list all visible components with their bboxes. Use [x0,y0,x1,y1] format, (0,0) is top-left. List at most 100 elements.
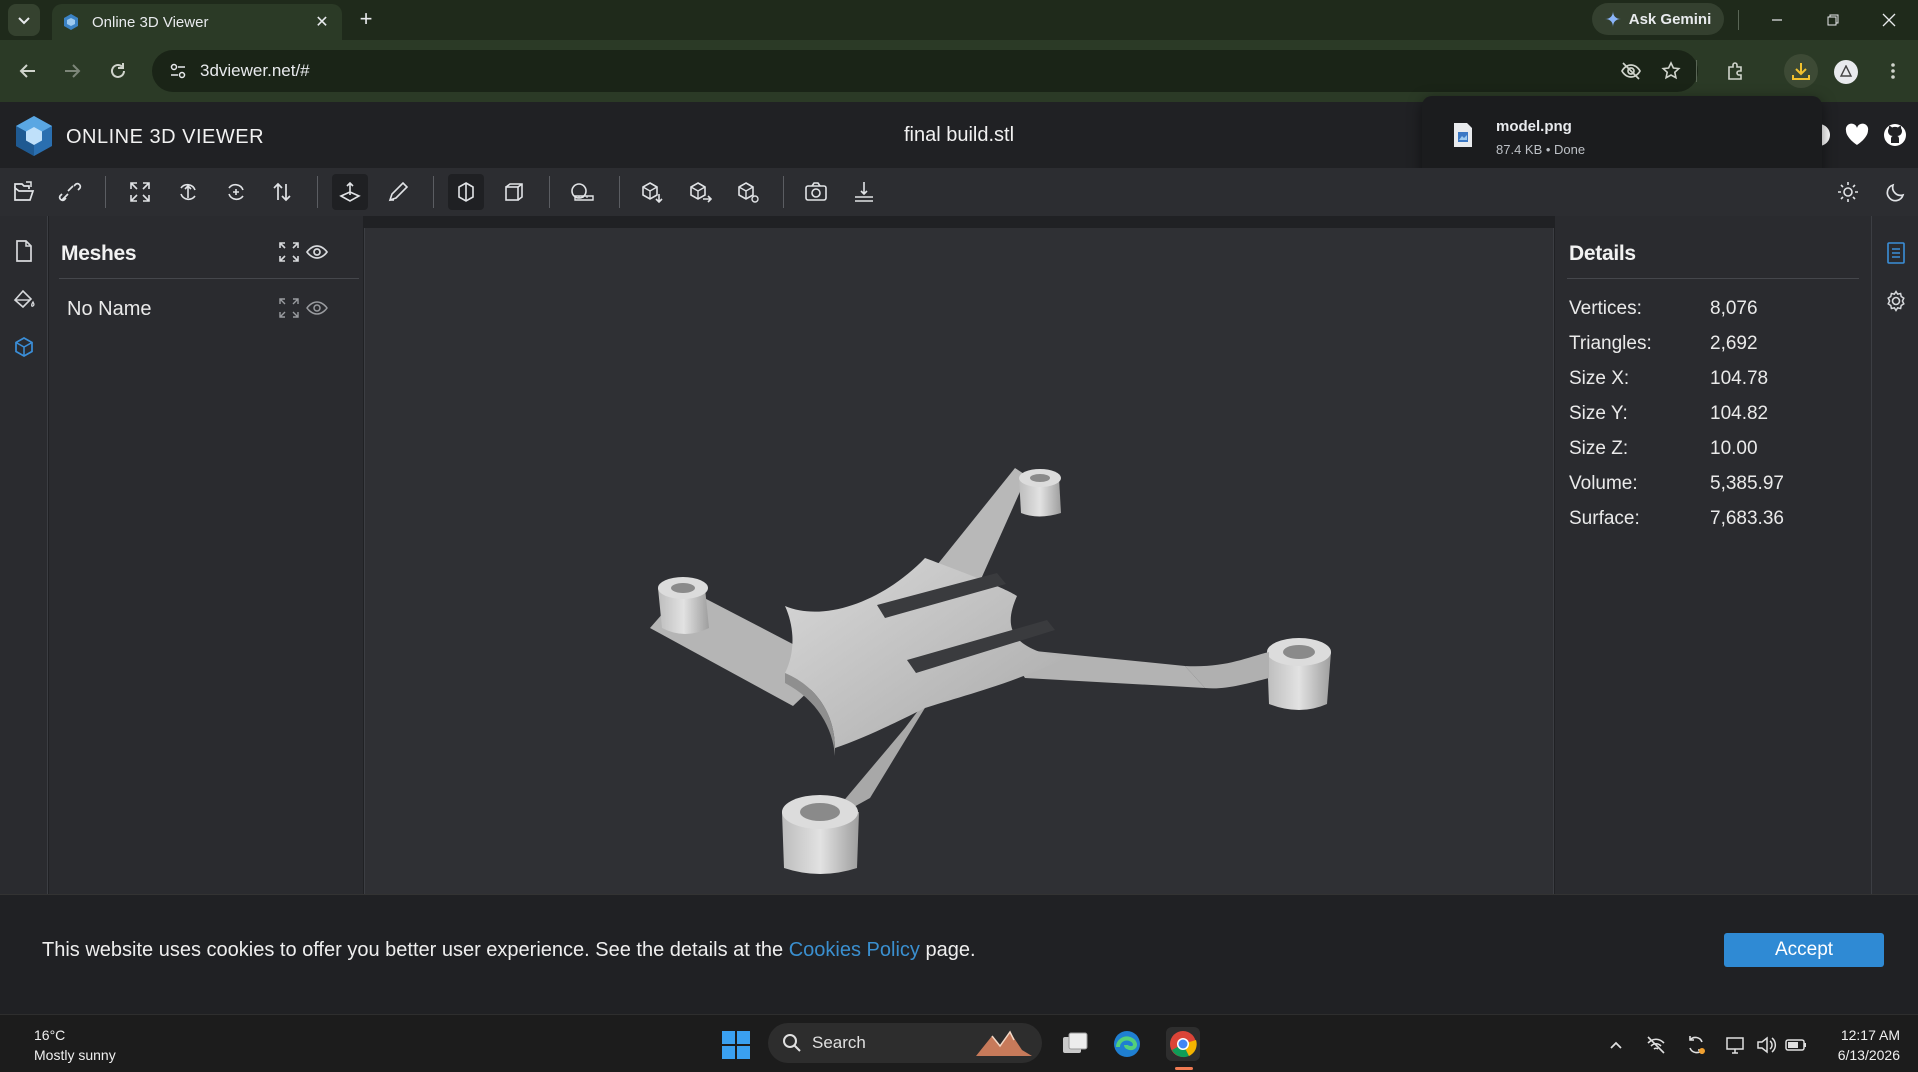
free-navigation-button[interactable] [380,174,416,210]
url-text[interactable]: 3dviewer.net/# [200,61,310,81]
camera-icon [805,182,827,201]
accept-cookies-button[interactable]: Accept [1724,933,1884,967]
perspective-camera-button[interactable] [448,174,484,210]
fit-to-window-button[interactable] [122,174,158,210]
divider [59,278,359,279]
export-button[interactable] [634,174,670,210]
address-bar[interactable]: 3dviewer.net/# [152,50,1698,92]
fit-all-meshes-button[interactable] [275,238,303,266]
display-icon[interactable] [1724,1033,1748,1057]
bookmark-star-icon[interactable] [1654,54,1688,88]
close-window-button[interactable] [1866,4,1912,36]
taskbar-search[interactable]: Search [768,1023,1042,1063]
new-tab-button[interactable]: + [354,8,378,32]
system-clock[interactable]: 12:17 AM 6/13/2026 [1820,1025,1900,1065]
floor-icon [855,182,873,202]
restore-button[interactable] [1810,4,1856,36]
cookie-text-before: This website uses cookies to offer you b… [42,939,789,961]
detail-value: 5,385.97 [1710,473,1784,494]
ask-gemini-button[interactable]: Ask Gemini [1592,3,1724,35]
meshes-title: Meshes [61,242,137,265]
details-title: Details [1569,242,1636,265]
site-info-icon[interactable] [166,59,190,83]
toggle-mesh-visibility[interactable] [303,294,331,322]
drone-frame-model[interactable] [365,228,1553,896]
open-file-icon [14,181,35,201]
orthographic-icon [505,183,523,201]
downloads-button[interactable] [1784,54,1818,88]
extensions-icon[interactable] [1718,54,1752,88]
share-button[interactable] [682,174,718,210]
files-nav-button[interactable] [9,236,39,266]
export-model-icon [642,182,663,204]
model-settings-icon [738,182,759,203]
download-meta: 87.4 KB • Done [1496,142,1586,157]
snapshot-button[interactable] [798,174,834,210]
clock-date: 6/13/2026 [1837,1047,1900,1063]
download-filename[interactable]: model.png [1496,118,1572,135]
materials-nav-button[interactable] [9,284,39,314]
show-hidden-icons-button[interactable] [1604,1033,1628,1057]
battery-icon[interactable] [1784,1033,1808,1057]
forward-button[interactable] [56,55,88,87]
detail-key: Surface: [1569,508,1640,529]
settings-nav-button[interactable] [1881,286,1911,316]
divider [1696,60,1697,82]
toolbar-separator [317,176,318,208]
github-icon[interactable] [1882,122,1908,148]
volume-icon[interactable] [1754,1033,1778,1057]
browser-tab[interactable]: Online 3D Viewer ✕ [52,4,342,40]
motor-mount [1019,469,1061,517]
cookies-policy-link[interactable]: Cookies Policy [789,939,920,961]
sync-update-icon[interactable] [1684,1033,1708,1057]
network-icon[interactable] [1644,1033,1668,1057]
clock-time: 12:17 AM [1840,1027,1900,1043]
toolbar-separator [105,176,106,208]
meshes-nav-button[interactable] [9,332,39,362]
cookie-text-after: page. [919,939,976,961]
rotate-up-icon [180,183,196,201]
dark-theme-button[interactable] [1878,174,1914,210]
open-file-button[interactable] [6,174,42,210]
mesh-item[interactable]: No Name [67,298,151,321]
flip-up-vector-button[interactable] [218,174,254,210]
weather-widget[interactable]: 16°C Mostly sunny [34,1025,116,1065]
chrome-taskbar-icon[interactable] [1166,1027,1200,1061]
toolbar-separator [433,176,434,208]
flip-up-icon [228,183,244,201]
chrome-menu-icon[interactable] [1876,54,1910,88]
fix-up-vector-button[interactable] [264,174,300,210]
windows-start-icon[interactable] [720,1029,752,1061]
set-up-vector-button[interactable] [170,174,206,210]
orbit-navigation-button[interactable] [332,174,368,210]
tab-search-button[interactable] [8,4,40,36]
detail-row-surface: Surface: 7,683.36 [1569,508,1784,530]
detail-value: 10.00 [1710,438,1758,459]
chrome-active-indicator [1175,1067,1193,1070]
image-file-icon [1454,123,1472,147]
detail-key: Triangles: [1569,333,1652,354]
task-view-icon[interactable] [1058,1027,1092,1061]
back-button[interactable] [12,55,44,87]
share-model-icon [690,182,712,203]
light-theme-button[interactable] [1830,174,1866,210]
detail-row-size-z: Size Z: 10.00 [1569,438,1758,460]
tab-close-icon[interactable]: ✕ [312,12,332,32]
profile-avatar[interactable] [1834,60,1858,84]
edge-browser-icon[interactable] [1110,1027,1144,1061]
measure-button[interactable] [564,174,600,210]
cookie-message: This website uses cookies to offer you b… [42,939,976,962]
details-nav-button[interactable] [1881,238,1911,268]
reload-button[interactable] [102,55,134,87]
floor-button[interactable] [846,174,882,210]
fit-mesh-button[interactable] [275,294,303,322]
open-url-button[interactable] [52,174,88,210]
orthographic-camera-button[interactable] [496,174,532,210]
toggle-all-meshes-visibility[interactable] [303,238,331,266]
tracking-protection-icon[interactable] [1614,54,1648,88]
3d-viewport[interactable] [364,228,1554,896]
minimize-button[interactable] [1754,4,1800,36]
snapshot-model-button[interactable] [730,174,766,210]
mesh-cube-icon [15,337,33,357]
heart-icon[interactable] [1844,122,1870,148]
